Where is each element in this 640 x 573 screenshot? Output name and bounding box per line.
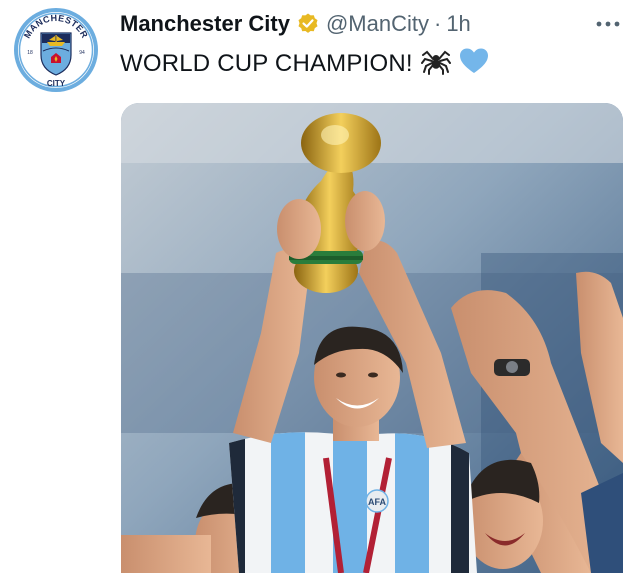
crest-bottom-text: CITY xyxy=(47,79,66,88)
display-name[interactable]: Manchester City xyxy=(120,11,290,37)
man-city-crest-icon: MANCHESTER CITY 18 94 xyxy=(14,8,98,92)
more-horizontal-icon[interactable] xyxy=(594,14,622,34)
separator-dot: · xyxy=(433,11,442,36)
tweet-text: WORLD CUP CHAMPION! xyxy=(120,48,489,80)
light-blue-heart-emoji xyxy=(459,47,489,82)
verified-badge-icon xyxy=(296,12,320,36)
avatar[interactable]: MANCHESTER CITY 18 94 xyxy=(13,7,99,93)
jersey-crest-text: AFA xyxy=(368,497,387,507)
spider-emoji xyxy=(420,47,451,82)
tweet-text-content: WORLD CUP CHAMPION! xyxy=(120,50,413,77)
crest-right-year: 94 xyxy=(79,50,85,56)
user-handle[interactable]: @ManCity xyxy=(326,11,429,37)
tweet-header: Manchester City @ManCity · 1h xyxy=(120,9,471,39)
crest-left-year: 18 xyxy=(27,50,33,56)
timestamp[interactable]: 1h xyxy=(446,11,470,37)
tweet-media-photo[interactable]: AFA xyxy=(121,103,623,573)
